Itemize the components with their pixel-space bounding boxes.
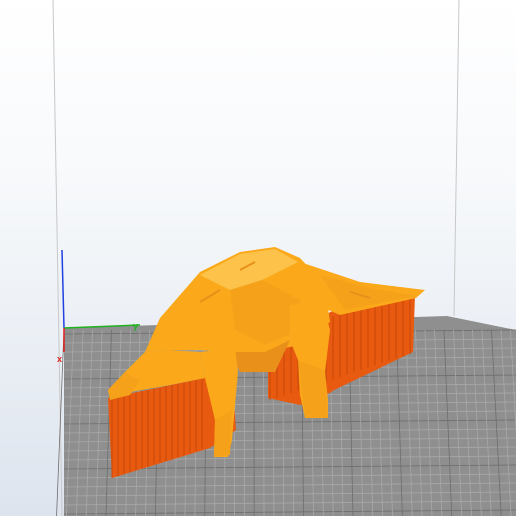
- build-volume-edge-right: [453, 0, 460, 317]
- axis-x-label: x: [57, 354, 63, 364]
- axis-y-label: y: [133, 321, 139, 331]
- axis-z-line: [61, 249, 65, 329]
- scene-canvas[interactable]: [0, 0, 516, 516]
- build-volume-edge-left: [52, 0, 63, 516]
- 3d-viewport[interactable]: x y: [0, 0, 516, 516]
